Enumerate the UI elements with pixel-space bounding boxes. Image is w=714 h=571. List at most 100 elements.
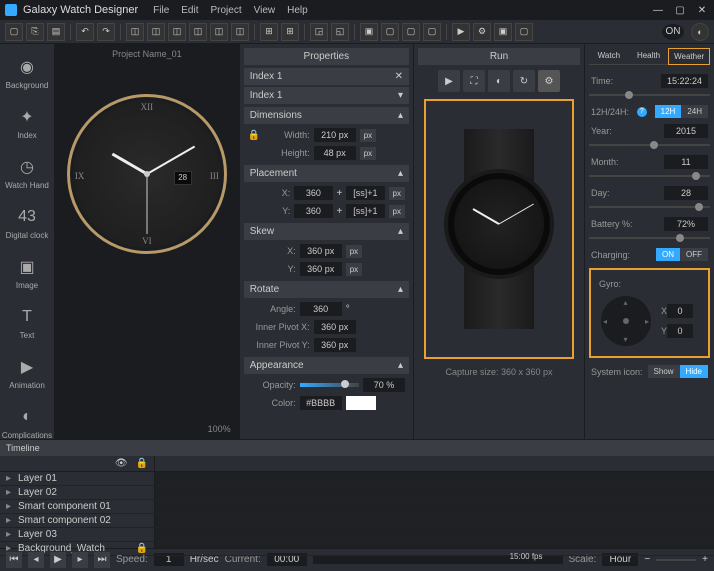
contrast-button[interactable]: ◐ — [488, 70, 510, 92]
redo-button[interactable]: ↷ — [97, 23, 115, 41]
time-slider[interactable] — [589, 94, 710, 96]
sysicon-toggle[interactable]: ShowHide — [648, 365, 708, 378]
refresh-button[interactable]: ↻ — [513, 70, 535, 92]
menu-help[interactable]: Help — [287, 5, 308, 16]
aod-toggle[interactable]: ON — [662, 24, 684, 40]
rotate-header[interactable]: Rotate▴ — [244, 281, 409, 298]
align-bottom-icon[interactable]: ◫ — [231, 23, 249, 41]
bring-front-icon[interactable]: ▣ — [360, 23, 378, 41]
mode-icon[interactable]: ◐ — [691, 23, 709, 41]
settings-icon[interactable]: ⚙ — [473, 23, 491, 41]
gear-button[interactable]: ⚙ — [538, 70, 560, 92]
play-timeline-icon[interactable]: ▶ — [50, 552, 66, 568]
play-icon[interactable]: ▶ — [452, 23, 470, 41]
align-center-icon[interactable]: ◫ — [147, 23, 165, 41]
align-right-icon[interactable]: ◫ — [168, 23, 186, 41]
sidebar-digitalclock[interactable]: 43Digital clock — [0, 202, 54, 244]
open-button[interactable]: ⎘ — [26, 23, 44, 41]
skew-header[interactable]: Skew▴ — [244, 223, 409, 240]
sidebar-background[interactable]: ◉Background — [0, 52, 54, 94]
angle-input[interactable]: 360 — [300, 302, 342, 316]
menu-edit[interactable]: Edit — [181, 5, 198, 16]
group-icon[interactable]: ◲ — [310, 23, 328, 41]
layer-item[interactable]: ▸Smart component 02 — [0, 514, 154, 528]
tab-health[interactable]: Health — [629, 48, 669, 65]
time-value[interactable]: 15:22:24 — [661, 74, 708, 88]
layer-item[interactable]: ▸Layer 03 — [0, 528, 154, 542]
align-middle-icon[interactable]: ◫ — [210, 23, 228, 41]
month-slider[interactable] — [589, 175, 710, 177]
appearance-header[interactable]: Appearance▴ — [244, 357, 409, 374]
menu-file[interactable]: File — [153, 5, 169, 16]
minimize-icon[interactable]: — — [651, 5, 665, 16]
next-frame-icon[interactable]: ▸ — [72, 552, 88, 568]
skip-start-icon[interactable]: ⏮ — [6, 552, 22, 568]
charging-toggle[interactable]: ONOFF — [656, 248, 708, 261]
day-slider[interactable] — [589, 206, 710, 208]
lock-icon[interactable]: 🔒 — [136, 458, 148, 469]
y-input[interactable]: 360 — [294, 204, 332, 218]
play-button[interactable]: ▶ — [438, 70, 460, 92]
close-icon[interactable]: ✕ — [695, 5, 709, 16]
index-select-b[interactable]: Index 1▾ — [244, 87, 409, 104]
dist-v-icon[interactable]: ⊞ — [281, 23, 299, 41]
year-slider[interactable] — [589, 144, 710, 146]
dimensions-header[interactable]: Dimensions▴ — [244, 107, 409, 124]
layer-item[interactable]: ▸Layer 02 — [0, 486, 154, 500]
index-select-a[interactable]: Index 1✕ — [244, 68, 409, 85]
timeline-tracks[interactable] — [155, 456, 714, 548]
undo-button[interactable]: ↶ — [76, 23, 94, 41]
watchface-canvas[interactable]: XII III VI IX 28 — [67, 94, 227, 254]
timeline-scrollbar[interactable]: 15:00 fps — [313, 556, 563, 564]
sidebar-watchhand[interactable]: ◷Watch Hand — [0, 152, 54, 194]
send-back-icon[interactable]: ▢ — [381, 23, 399, 41]
menu-view[interactable]: View — [254, 5, 276, 16]
ungroup-icon[interactable]: ◱ — [331, 23, 349, 41]
zoom-slider[interactable] — [656, 559, 696, 561]
align-left-icon[interactable]: ◫ — [126, 23, 144, 41]
opacity-slider[interactable] — [300, 383, 359, 387]
new-button[interactable]: ▢ — [5, 23, 23, 41]
align-top-icon[interactable]: ◫ — [189, 23, 207, 41]
color-swatch[interactable] — [346, 396, 376, 410]
sidebar-complications[interactable]: ◐Complications — [0, 402, 54, 444]
sidebar-text[interactable]: TText — [0, 302, 54, 344]
gyro-y[interactable]: 0 — [667, 324, 693, 338]
year-value[interactable]: 2015 — [664, 124, 708, 138]
save-button[interactable]: ▤ — [47, 23, 65, 41]
prev-frame-icon[interactable]: ◂ — [28, 552, 44, 568]
lock-icon[interactable]: 🔒 — [248, 130, 258, 141]
battery-slider[interactable] — [589, 237, 710, 239]
width-input[interactable]: 210 px — [314, 128, 356, 142]
color-input[interactable]: #BBBB — [300, 396, 342, 410]
close-icon[interactable]: ✕ — [395, 71, 403, 82]
tab-watch[interactable]: Watch — [589, 48, 629, 65]
format-toggle[interactable]: 12H24H — [655, 105, 708, 118]
day-value[interactable]: 28 — [664, 186, 708, 200]
help-icon[interactable]: ? — [637, 107, 647, 117]
build-icon[interactable]: ▣ — [494, 23, 512, 41]
layer-item[interactable]: ▸Smart component 01 — [0, 500, 154, 514]
skew-x-input[interactable]: 360 px — [300, 244, 342, 258]
tool2-icon[interactable]: ▢ — [423, 23, 441, 41]
chevron-down-icon[interactable]: ▾ — [398, 90, 403, 101]
layer-item[interactable]: ▸Layer 01 — [0, 472, 154, 486]
skew-y-input[interactable]: 360 px — [300, 262, 342, 276]
maximize-icon[interactable]: ▢ — [673, 5, 687, 16]
fit-button[interactable]: ⛶ — [463, 70, 485, 92]
height-input[interactable]: 48 px — [314, 146, 356, 160]
zoom-level[interactable]: 100% — [208, 424, 231, 434]
tool-icon[interactable]: ▢ — [402, 23, 420, 41]
gyro-pad[interactable]: ▴ ▾ ◂ ▸ — [601, 296, 651, 346]
placement-header[interactable]: Placement▴ — [244, 165, 409, 182]
menu-project[interactable]: Project — [211, 5, 242, 16]
month-value[interactable]: 11 — [664, 155, 708, 169]
tab-weather[interactable]: Weather — [668, 48, 710, 65]
sidebar-animation[interactable]: ▶Animation — [0, 352, 54, 394]
eye-icon[interactable]: 👁 — [115, 458, 128, 469]
battery-value[interactable]: 72% — [664, 217, 708, 231]
dist-h-icon[interactable]: ⊞ — [260, 23, 278, 41]
gyro-x[interactable]: 0 — [667, 304, 693, 318]
pivot-y-input[interactable]: 360 px — [314, 338, 356, 352]
deploy-icon[interactable]: ▢ — [515, 23, 533, 41]
